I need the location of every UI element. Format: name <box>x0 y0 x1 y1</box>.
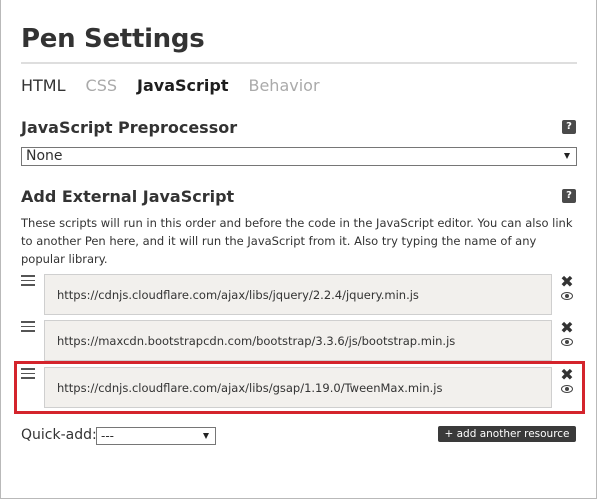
title-divider <box>21 62 577 64</box>
resource-url-input[interactable]: https://maxcdn.bootstrapcdn.com/bootstra… <box>44 320 552 361</box>
remove-icon[interactable]: ✖ <box>559 320 575 336</box>
tab-css[interactable]: CSS <box>86 76 117 95</box>
external-js-description: These scripts will run in this order and… <box>21 216 573 266</box>
add-resource-button[interactable]: + add another resource <box>438 426 576 442</box>
remove-icon[interactable]: ✖ <box>559 274 575 290</box>
tab-html[interactable]: HTML <box>21 76 66 95</box>
chevron-down-icon <box>203 433 209 439</box>
resource-actions: ✖ <box>559 320 575 346</box>
preprocessor-selected-value: None <box>26 148 63 164</box>
highlight-annotation <box>14 361 585 414</box>
preprocessor-select[interactable]: None <box>21 147 577 166</box>
tab-behavior[interactable]: Behavior <box>248 76 319 95</box>
eye-icon[interactable] <box>561 292 573 300</box>
external-js-heading: Add External JavaScript <box>21 187 235 206</box>
external-js-help-icon[interactable]: ? <box>562 189 576 203</box>
quick-add-select[interactable]: --- <box>96 427 216 445</box>
eye-icon[interactable] <box>561 338 573 346</box>
resource-actions: ✖ <box>559 274 575 300</box>
resource-url-input[interactable]: https://cdnjs.cloudflare.com/ajax/libs/j… <box>44 274 552 315</box>
quick-add-selected-value: --- <box>101 429 114 443</box>
quick-add-label: Quick-add: <box>21 427 97 443</box>
resource-row: https://maxcdn.bootstrapcdn.com/bootstra… <box>21 320 577 362</box>
settings-tabs: HTML CSS JavaScript Behavior <box>21 76 320 95</box>
tab-javascript[interactable]: JavaScript <box>137 76 228 95</box>
preprocessor-heading: JavaScript Preprocessor <box>21 118 238 137</box>
page-title: Pen Settings <box>21 24 205 54</box>
drag-handle-icon[interactable] <box>21 275 35 287</box>
resource-row: https://cdnjs.cloudflare.com/ajax/libs/j… <box>21 274 577 316</box>
chevron-down-icon <box>564 153 570 159</box>
drag-handle-icon[interactable] <box>21 321 35 333</box>
preprocessor-help-icon[interactable]: ? <box>562 120 576 134</box>
